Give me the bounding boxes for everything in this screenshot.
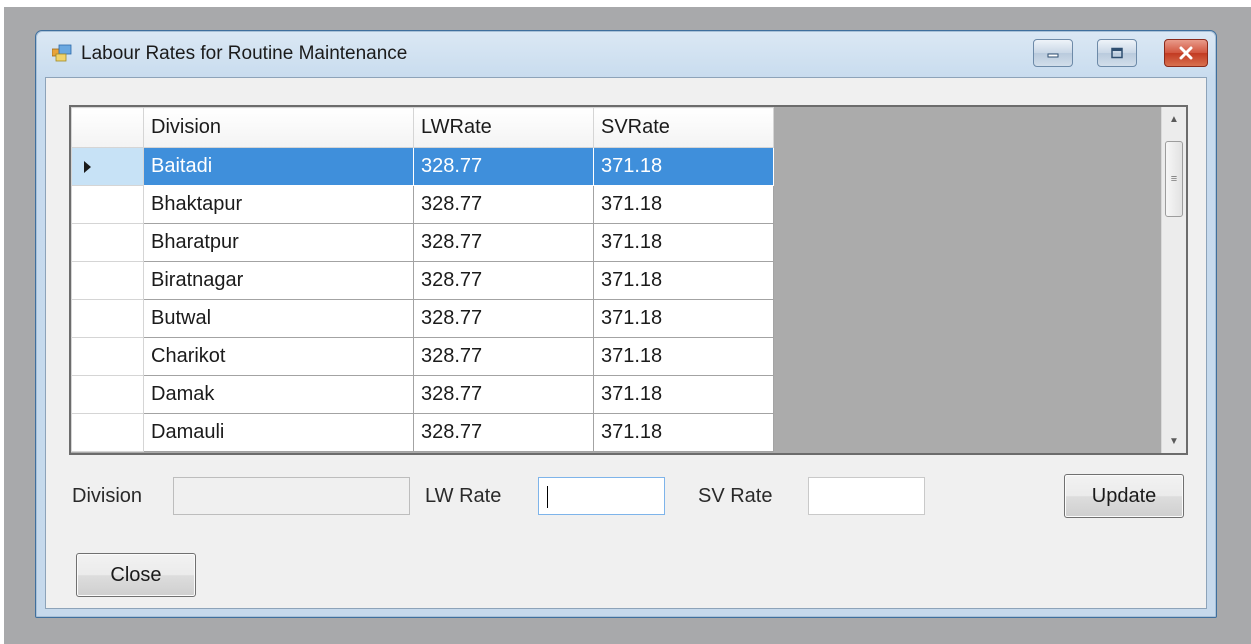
lwrate-cell[interactable]: 328.77 — [413, 185, 594, 224]
labour-rates-window: Labour Rates for Routine Maintenance Div… — [35, 30, 1217, 618]
svrate-cell[interactable]: 371.18 — [593, 413, 774, 452]
division-cell[interactable]: Damak — [143, 375, 414, 414]
close-button[interactable]: Close — [76, 553, 196, 597]
table-row[interactable]: Charikot 328.77 371.18 — [71, 337, 774, 376]
scroll-down-arrow-icon[interactable]: ▼ — [1162, 429, 1186, 453]
sv-rate-field[interactable] — [808, 477, 925, 515]
table-row[interactable]: Biratnagar 328.77 371.18 — [71, 261, 774, 300]
row-header-corner[interactable] — [71, 107, 144, 148]
svrate-cell[interactable]: 371.18 — [593, 261, 774, 300]
lwrate-cell[interactable]: 328.77 — [413, 375, 594, 414]
svrate-cell[interactable]: 371.18 — [593, 185, 774, 224]
column-header-division[interactable]: Division — [143, 107, 414, 148]
table-row[interactable]: Butwal 328.77 371.18 — [71, 299, 774, 338]
thumb-grip-icon: ≡ — [1170, 173, 1178, 185]
lwrate-cell[interactable]: 328.77 — [413, 223, 594, 262]
division-cell[interactable]: Charikot — [143, 337, 414, 376]
lwrate-cell[interactable]: 328.77 — [413, 261, 594, 300]
table-row[interactable]: Damak 328.77 371.18 — [71, 375, 774, 414]
grid-vertical-scrollbar[interactable]: ▲ ≡ ▼ — [1161, 107, 1186, 453]
minimize-button[interactable] — [1033, 39, 1073, 67]
form-client-area: Division LWRate SVRate Baitadi 328.77 37… — [45, 77, 1207, 609]
window-title: Labour Rates for Routine Maintenance — [81, 43, 408, 64]
row-header[interactable] — [71, 413, 144, 452]
column-header-svrate[interactable]: SVRate — [593, 107, 774, 148]
division-cell[interactable]: Damauli — [143, 413, 414, 452]
scroll-thumb[interactable]: ≡ — [1165, 141, 1183, 217]
scroll-up-arrow-icon[interactable]: ▲ — [1162, 107, 1186, 131]
rates-data-grid[interactable]: Division LWRate SVRate Baitadi 328.77 37… — [69, 105, 1188, 455]
division-cell[interactable]: Biratnagar — [143, 261, 414, 300]
grid-header-row: Division LWRate SVRate — [71, 107, 774, 148]
update-button[interactable]: Update — [1064, 474, 1184, 518]
lwrate-cell[interactable]: 328.77 — [413, 337, 594, 376]
row-header[interactable] — [71, 185, 144, 224]
minimize-icon — [1047, 53, 1059, 58]
row-header[interactable] — [71, 375, 144, 414]
svrate-cell[interactable]: 371.18 — [593, 147, 774, 186]
lwrate-cell[interactable]: 328.77 — [413, 147, 594, 186]
table-row[interactable]: Damauli 328.77 371.18 — [71, 413, 774, 452]
maximize-button[interactable] — [1097, 39, 1137, 67]
row-header[interactable] — [71, 147, 144, 186]
table-row[interactable]: Baitadi 328.77 371.18 — [71, 147, 774, 186]
rates-table: Division LWRate SVRate Baitadi 328.77 37… — [71, 107, 774, 452]
table-row[interactable]: Bhaktapur 328.77 371.18 — [71, 185, 774, 224]
lw-rate-field[interactable] — [538, 477, 665, 515]
close-window-button[interactable] — [1164, 39, 1208, 67]
division-field[interactable] — [173, 477, 410, 515]
division-cell[interactable]: Bhaktapur — [143, 185, 414, 224]
table-row[interactable]: Bharatpur 328.77 371.18 — [71, 223, 774, 262]
app-form-icon — [52, 44, 72, 62]
division-label: Division — [72, 485, 143, 507]
maximize-icon — [1111, 47, 1123, 59]
row-header[interactable] — [71, 337, 144, 376]
svrate-cell[interactable]: 371.18 — [593, 337, 774, 376]
row-header[interactable] — [71, 223, 144, 262]
division-cell[interactable]: Butwal — [143, 299, 414, 338]
sv-rate-label: SV Rate — [698, 485, 773, 507]
row-header[interactable] — [71, 299, 144, 338]
division-cell[interactable]: Bharatpur — [143, 223, 414, 262]
svrate-cell[interactable]: 371.18 — [593, 375, 774, 414]
column-header-lwrate[interactable]: LWRate — [413, 107, 594, 148]
text-caret — [547, 486, 548, 508]
svrate-cell[interactable]: 371.18 — [593, 299, 774, 338]
lwrate-cell[interactable]: 328.77 — [413, 299, 594, 338]
close-icon — [1179, 46, 1193, 60]
division-cell[interactable]: Baitadi — [143, 147, 414, 186]
title-bar[interactable]: Labour Rates for Routine Maintenance — [36, 31, 1216, 77]
lwrate-cell[interactable]: 328.77 — [413, 413, 594, 452]
row-header[interactable] — [71, 261, 144, 300]
current-row-arrow-icon — [84, 161, 91, 173]
lw-rate-label: LW Rate — [425, 485, 502, 507]
svrate-cell[interactable]: 371.18 — [593, 223, 774, 262]
